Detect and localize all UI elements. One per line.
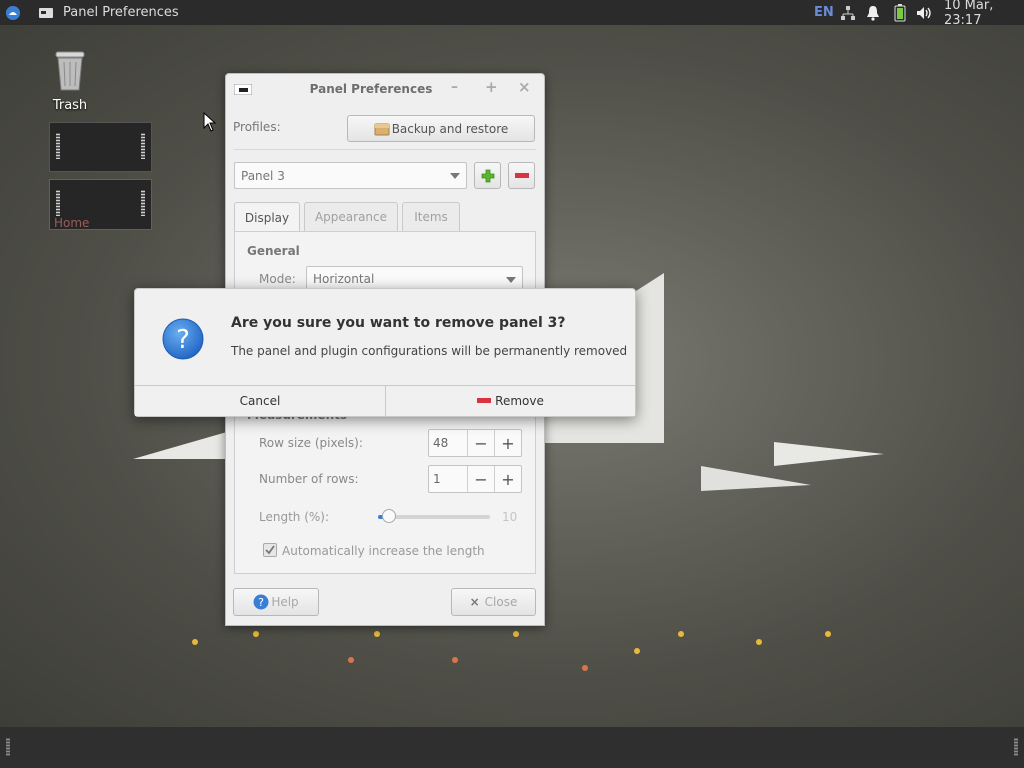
close-button[interactable]: × Close [451, 588, 536, 616]
bell-icon [867, 5, 879, 21]
svg-text:?: ? [176, 325, 190, 355]
home-label: Home [54, 216, 90, 230]
panel-select-value: Panel 3 [241, 168, 285, 183]
window-titlebar[interactable]: Panel Preferences – + × [226, 74, 544, 104]
panel-handle-right[interactable] [1014, 738, 1018, 756]
svg-text:?: ? [258, 596, 264, 609]
auto-length-label[interactable]: Automatically increase the length [282, 544, 485, 558]
network-indicator[interactable] [840, 0, 856, 25]
help-label: Help [271, 595, 299, 609]
remove-label: Remove [495, 394, 544, 408]
question-icon: ? [162, 318, 204, 360]
close-x-icon: × [469, 595, 480, 609]
cancel-button[interactable]: Cancel [135, 385, 386, 416]
xfce-menu-icon [6, 5, 20, 20]
top-panel: Panel Preferences EN 10 Mar, 23:17 [0, 0, 1024, 28]
auto-length-checkbox[interactable] [263, 543, 277, 557]
dialog-title: Are you sure you want to remove panel 3? [231, 315, 566, 331]
panel-select[interactable]: Panel 3 [234, 162, 467, 189]
network-icon [841, 5, 855, 20]
length-label: Length (%): [259, 510, 330, 524]
window-button-label: Panel Preferences [63, 5, 179, 20]
add-icon [481, 169, 494, 182]
row-size-increment-button[interactable]: + [494, 430, 521, 456]
keyboard-layout-indicator[interactable]: EN [814, 0, 834, 25]
remove-panel-dialog: ? Are you sure you want to remove panel … [134, 288, 636, 417]
bottom-panel [0, 727, 1024, 768]
panel-handle-left[interactable] [6, 738, 10, 756]
mode-select-value: Horizontal [313, 272, 375, 286]
general-heading: General [247, 244, 300, 258]
length-slider-handle[interactable] [382, 509, 396, 523]
backup-restore-button[interactable]: Backup and restore [347, 115, 535, 142]
remove-icon [514, 172, 529, 178]
row-size-decrement-button[interactable]: − [467, 430, 494, 456]
backup-restore-label: Backup and restore [391, 121, 509, 136]
volume-indicator[interactable] [916, 0, 934, 25]
remove-panel-button[interactable] [508, 162, 535, 189]
rows-increment-button[interactable]: + [494, 466, 521, 492]
applications-menu-button[interactable] [5, 0, 21, 25]
rows-value: 1 [433, 472, 441, 486]
tab-display[interactable]: Display [234, 202, 300, 232]
minimize-icon[interactable]: – [451, 79, 458, 95]
tab-appearance[interactable]: Appearance [304, 202, 398, 231]
trash-icon [55, 51, 85, 91]
length-value: 10 [502, 510, 518, 524]
dialog-message: The panel and plugin configurations will… [231, 344, 628, 358]
window-button[interactable]: Panel Preferences [38, 0, 179, 25]
remove-icon [477, 398, 492, 403]
row-size-spinner[interactable]: 48 − + [428, 429, 522, 457]
notifications-indicator[interactable] [866, 0, 880, 25]
rows-label: Number of rows: [259, 472, 359, 486]
separator [234, 149, 536, 150]
archive-icon [374, 123, 390, 135]
close-label: Close [484, 595, 518, 609]
remove-button[interactable]: Remove [386, 385, 635, 416]
window-title: Panel Preferences [309, 82, 433, 96]
row-size-label: Row size (pixels): [259, 436, 363, 450]
volume-icon [917, 6, 931, 19]
maximize-icon[interactable]: + [485, 78, 498, 96]
help-icon: ? [253, 594, 269, 610]
chevron-down-icon [450, 173, 460, 179]
panel-3-preview-selected[interactable]: Home [49, 179, 152, 230]
row-size-value: 48 [433, 436, 449, 450]
add-panel-button[interactable] [474, 162, 501, 189]
window-icon [39, 7, 53, 18]
chevron-down-icon [506, 277, 516, 283]
close-icon[interactable]: × [518, 78, 531, 96]
trash-desktop-icon[interactable]: Trash [40, 48, 100, 113]
length-slider[interactable] [378, 509, 490, 523]
help-button[interactable]: ? Help [233, 588, 319, 616]
rows-spinner[interactable]: 1 − + [428, 465, 522, 493]
battery-indicator[interactable] [894, 0, 906, 25]
rows-decrement-button[interactable]: − [467, 466, 494, 492]
checkmark-icon [265, 545, 275, 555]
clock[interactable]: 10 Mar, 23:17 [944, 0, 1024, 28]
trash-label: Trash [52, 98, 88, 113]
mouse-cursor-icon [203, 112, 216, 132]
profiles-label: Profiles: [233, 120, 281, 134]
battery-icon [894, 3, 906, 21]
tab-items[interactable]: Items [402, 202, 460, 231]
mode-label: Mode: [259, 272, 296, 286]
panel-preview[interactable] [49, 122, 152, 172]
